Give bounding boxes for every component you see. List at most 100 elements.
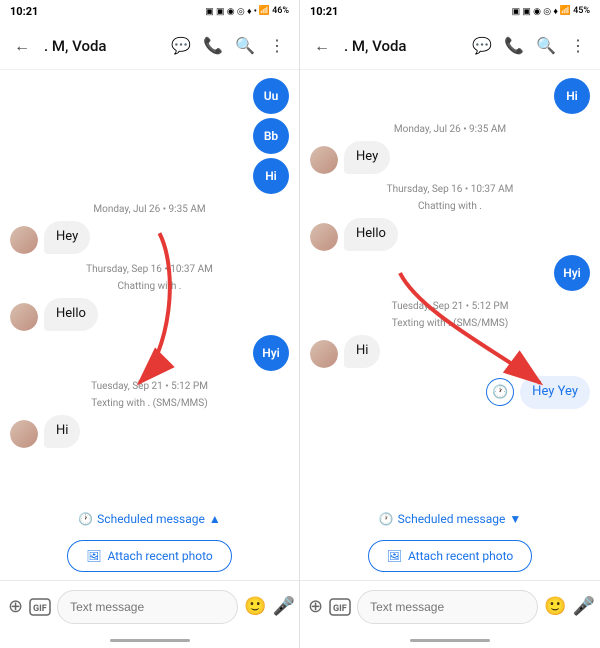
right-scheduled-label: Scheduled message [398,512,506,526]
left-search-icon[interactable]: 🔍 [231,32,259,60]
left-attach-label: Attach recent photo [107,549,212,563]
left-attach-photo-button[interactable]: 🖼 Attach recent photo [67,540,232,572]
avatar-image [10,226,38,254]
list-item: Hey [310,141,590,174]
right-home-bar-line [410,639,490,642]
right-received-hello: Hello [344,218,398,251]
left-status-time: 10:21 [10,5,38,18]
right-status-icons: ▣ ▣ ◉ ◎ ♦ 📶 45% [512,6,590,17]
left-top-bar: ← . M, Voda 💬 📞 🔍 ⋮ [0,22,299,70]
left-contact-name[interactable]: . M, Voda [42,37,161,55]
notification-icons: ▣ ▣ ◉ ◎ ♦ • [205,6,257,17]
list-item: Hi [10,415,289,448]
right-status-time: 10:21 [310,5,338,18]
right-photo-icon: 🖼 [387,549,402,563]
right-chat-icon[interactable]: 💬 [468,32,496,60]
right-received-hey: Hey [344,141,390,174]
left-emoji-button[interactable]: 🙂 [244,593,266,621]
right-scheduled-bubble: Hey Yey [520,376,590,409]
received-hey: Hey [44,221,90,254]
list-item: Hyi [310,255,590,291]
right-scheduled-arrow: ▼ [509,512,521,526]
left-more-icon[interactable]: ⋮ [263,32,291,60]
list-item: Hello [310,218,590,251]
left-gif-button[interactable]: GIF [29,593,51,621]
right-more-icon[interactable]: ⋮ [564,32,592,60]
list-item: Hi [310,335,590,368]
sent-circle-bb: Bb [253,118,289,154]
right-search-icon[interactable]: 🔍 [532,32,560,60]
right-back-button[interactable]: ← [308,32,336,60]
right-avatar-1 [310,146,338,174]
right-attach-label: Attach recent photo [408,549,513,563]
left-chat-icon[interactable]: 💬 [167,32,195,60]
right-avatar-image-3 [310,340,338,368]
right-sent-hyi: Hyi [554,255,590,291]
left-status-bar: 10:21 ▣ ▣ ◉ ◎ ♦ • 📶 46% [0,0,299,22]
right-scheduled-bar[interactable]: 🕐 Scheduled message ▼ [300,506,600,532]
left-status-icons: ▣ ▣ ◉ ◎ ♦ • 📶 46% [205,6,289,17]
left-scheduled-label: Scheduled message [97,512,205,526]
right-chatting-with-label: Chatting with . [310,201,590,212]
right-chat-area: Hi Monday, Jul 26 • 9:35 AM Hey Thursday… [300,70,600,506]
left-photo-icon: 🖼 [86,549,101,563]
right-phone-icon[interactable]: 📞 [500,32,528,60]
right-status-bar: 10:21 ▣ ▣ ◉ ◎ ♦ 📶 45% [300,0,600,22]
left-battery: 46% [272,6,289,16]
right-input-bar: ⊕ GIF 🙂 🎤 [300,580,600,632]
left-top-actions: 💬 📞 🔍 ⋮ [167,32,291,60]
list-item: Hi [10,158,289,194]
timestamp-sep21: Tuesday, Sep 21 • 5:12 PM [10,381,289,392]
right-attach-photo-button[interactable]: 🖼 Attach recent photo [368,540,533,572]
right-gif-button[interactable]: GIF [329,593,351,621]
right-battery: 45% [573,6,590,16]
left-mic-button[interactable]: 🎤 [273,593,295,621]
left-home-bar-line [110,639,190,642]
right-notification-icons: ▣ ▣ ◉ ◎ ♦ [512,6,558,17]
svg-text:GIF: GIF [33,604,47,614]
right-timestamp-jul26: Monday, Jul 26 • 9:35 AM [310,124,590,135]
left-scheduled-arrow: ▲ [209,512,221,526]
list-item: Hi [310,78,590,114]
right-chat-wrapper: Hi Monday, Jul 26 • 9:35 AM Hey Thursday… [300,70,600,506]
left-phone-screen: 10:21 ▣ ▣ ◉ ◎ ♦ • 📶 46% ← . M, Voda 💬 📞 … [0,0,300,648]
right-mic-button[interactable]: 🎤 [573,593,595,621]
right-texting-with-label: Texting with . (SMS/MMS) [310,318,590,329]
right-top-actions: 💬 📞 🔍 ⋮ [468,32,592,60]
right-timestamp-sep21: Tuesday, Sep 21 • 5:12 PM [310,301,590,312]
left-back-button[interactable]: ← [8,32,36,60]
left-add-button[interactable]: ⊕ [8,593,23,621]
right-scheduled-icon: 🕐 [379,512,394,526]
right-home-bar [300,632,600,648]
sent-circle-uu: Uu [253,78,289,114]
right-avatar-3 [310,340,338,368]
chatting-with-label: Chatting with . [10,281,289,292]
left-avatar-1 [10,226,38,254]
right-add-button[interactable]: ⊕ [308,593,323,621]
received-hi: Hi [44,415,80,448]
right-emoji-button[interactable]: 🙂 [544,593,566,621]
right-avatar-image-1 [310,146,338,174]
right-sent-hi: Hi [554,78,590,114]
sent-hyi: Hyi [253,335,289,371]
right-top-bar: ← . M, Voda 💬 📞 🔍 ⋮ [300,22,600,70]
left-phone-icon[interactable]: 📞 [199,32,227,60]
list-item: Hyi [10,335,289,371]
left-avatar-2 [10,303,38,331]
right-received-hi: Hi [344,335,380,368]
texting-with-label: Texting with . (SMS/MMS) [10,398,289,409]
right-text-input[interactable] [357,590,538,624]
left-scheduled-bar[interactable]: 🕐 Scheduled message ▲ [0,506,299,532]
timestamp-sep16: Thursday, Sep 16 • 10:37 AM [10,264,289,275]
right-timestamp-sep16: Thursday, Sep 16 • 10:37 AM [310,184,590,195]
left-text-input[interactable] [57,590,238,624]
left-home-bar [0,632,299,648]
received-hello: Hello [44,298,98,331]
left-chat-wrapper: Uu Bb Hi Monday, Jul 26 • 9:35 AM Hey [0,70,299,506]
right-contact-name[interactable]: . M, Voda [342,37,462,55]
svg-text:GIF: GIF [333,604,347,614]
avatar-image-2 [10,303,38,331]
right-scheduled-clock-icon: 🕐 [486,378,514,406]
list-item: Uu [10,78,289,114]
timestamp-jul26: Monday, Jul 26 • 9:35 AM [10,204,289,215]
